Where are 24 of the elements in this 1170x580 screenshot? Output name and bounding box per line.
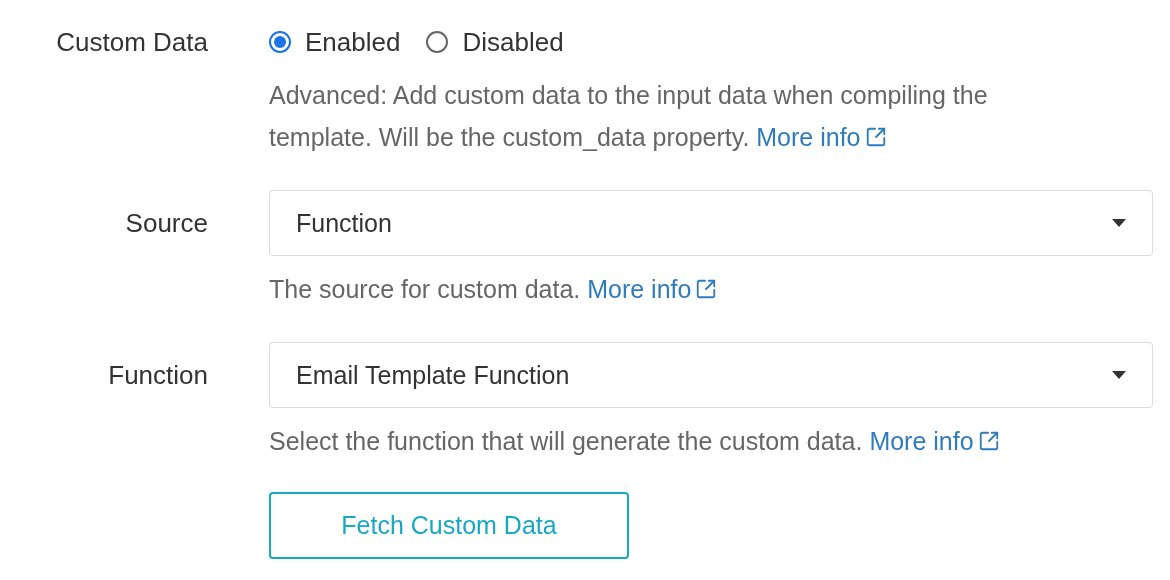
field-label: Source: [124, 207, 208, 240]
radio-label: Disabled: [462, 26, 564, 58]
field-label: Function: [107, 359, 208, 392]
field-label: Custom Data: [55, 26, 208, 59]
select-field[interactable]: Function: [269, 190, 1153, 256]
radio-option[interactable]: Disabled: [426, 26, 564, 58]
external-link-icon: [695, 278, 718, 300]
caret-icon: [1112, 219, 1126, 227]
radio-label: Enabled: [305, 26, 401, 58]
more-info-link[interactable]: More info: [587, 268, 718, 310]
help-text: Advanced: Add custom data to the input data when compiling the template. Will be the custom_data property. More info: [269, 74, 1084, 158]
external-link-icon: [864, 126, 887, 148]
select-field[interactable]: Email Template Function: [269, 342, 1153, 408]
help-text: The source for custom data. More info: [269, 268, 718, 310]
caret-icon: [1112, 371, 1126, 379]
more-info-link[interactable]: More info: [869, 420, 1000, 462]
more-info-link[interactable]: More info: [756, 116, 887, 158]
select-value: Function: [296, 208, 392, 238]
help-text: Select the function that will generate the custom data. More info: [269, 420, 1000, 462]
radio-checked-icon[interactable]: [269, 31, 291, 53]
radio-option[interactable]: Enabled: [269, 26, 401, 58]
select-value: Email Template Function: [296, 360, 570, 390]
radio-unchecked-icon[interactable]: [426, 31, 449, 53]
external-link-icon: [977, 430, 1000, 452]
